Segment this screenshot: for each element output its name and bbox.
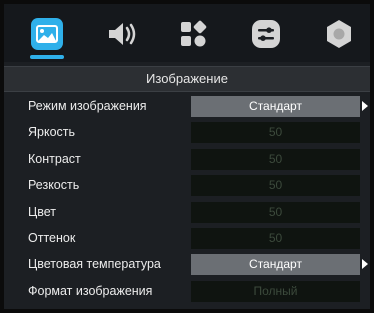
setting-row-contrast[interactable]: Контраст 50 [4,146,370,172]
picture-mode-selector[interactable]: Стандарт [191,96,360,117]
tab-picture[interactable] [27,14,67,54]
setting-row-aspect-ratio[interactable]: Формат изображения Полный [4,278,370,304]
setting-label: Режим изображения [28,99,147,113]
brightness-value: 50 [191,122,360,144]
setting-row-sharpness[interactable]: Резкость 50 [4,172,370,198]
setting-label: Оттенок [28,230,76,245]
speaker-icon [109,23,136,45]
setting-label: Яркость [28,125,76,140]
setting-row-brightness[interactable]: Яркость 50 [4,119,370,145]
contrast-value: 50 [191,148,360,170]
arrow-right-icon[interactable] [362,101,368,111]
tab-system-settings[interactable] [246,14,286,54]
setting-row-hue[interactable]: Оттенок 50 [4,225,370,251]
tab-apps[interactable] [173,14,213,54]
hexagon-icon [327,20,351,48]
setting-label: Цветовая температура [28,257,161,272]
setting-label: Резкость [28,178,80,193]
page-title: Изображение [4,66,370,92]
aspect-ratio-value: Полный [191,280,360,302]
setting-row-color[interactable]: Цвет 50 [4,199,370,225]
picture-icon [31,18,63,50]
color-temperature-selector[interactable]: Стандарт [191,254,360,276]
setting-row-picture-mode[interactable]: Режим изображения Стандарт [4,93,370,119]
tab-sound[interactable] [101,14,141,54]
setting-label: Цвет [28,204,57,219]
arrow-right-icon[interactable] [362,259,368,270]
setting-label: Формат изображения [28,283,153,298]
settings-list: Режим изображения Стандарт Яркость 50 Ко… [4,93,370,304]
active-tab-indicator [30,55,64,59]
sharpness-value: 50 [191,175,360,197]
setting-row-color-temperature[interactable]: Цветовая температура Стандарт [4,251,370,277]
apps-icon [181,20,207,47]
tab-bar [4,4,370,62]
tab-other[interactable] [319,14,359,54]
settings-sliders-icon [252,20,280,48]
color-value: 50 [191,201,360,223]
hue-value: 50 [191,227,360,249]
settings-window: Изображение Режим изображения Стандарт Я… [4,4,370,309]
setting-label: Контраст [28,151,81,166]
